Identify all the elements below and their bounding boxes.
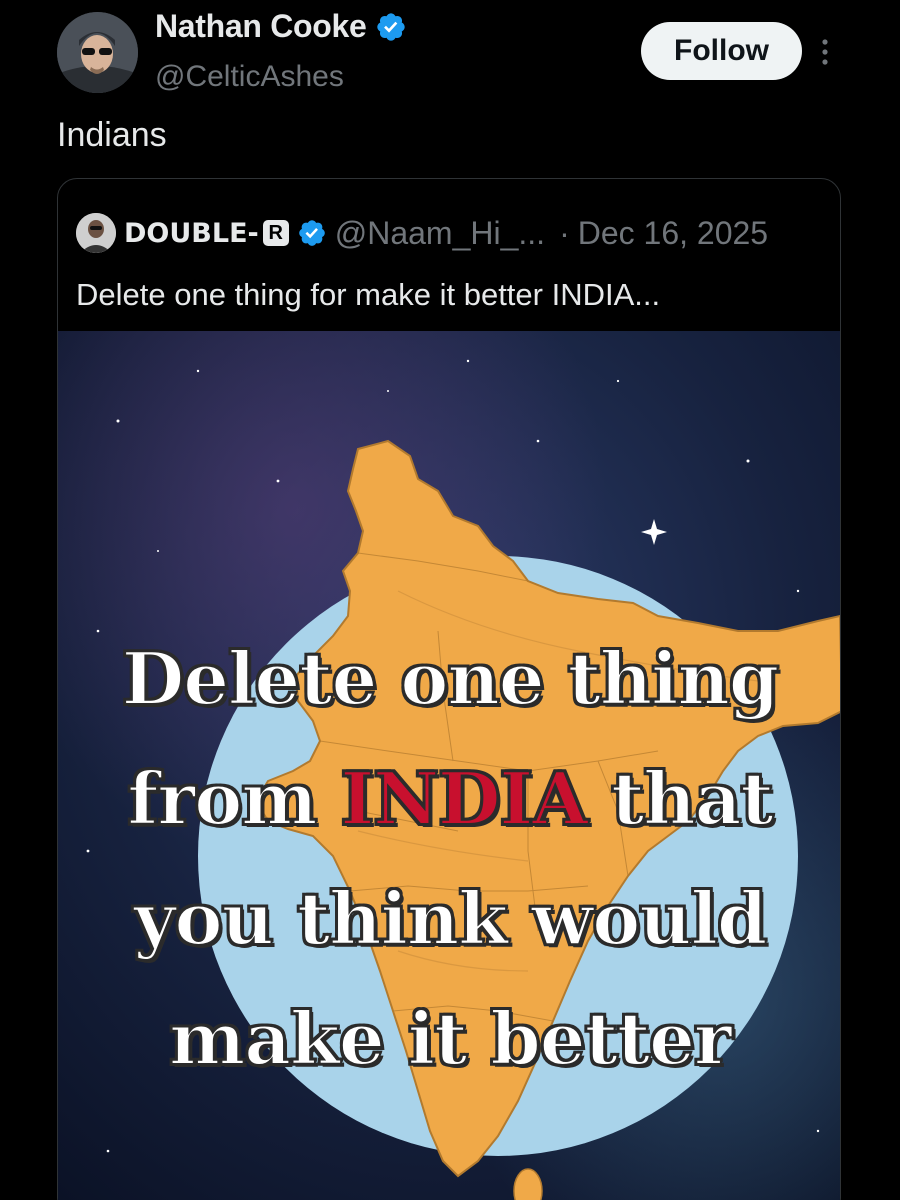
headline-line-2-post: that	[587, 755, 775, 842]
author-name-row: Nathan Cooke	[155, 8, 407, 45]
headline-line-3: you think would	[133, 875, 769, 962]
quoted-tweet-media[interactable]: Delete one thing from INDIA that you thi…	[58, 331, 840, 1200]
author-handle[interactable]: @CelticAshes	[155, 60, 344, 94]
follow-button[interactable]: Follow	[641, 22, 802, 80]
tweet-page: Nathan Cooke @CelticAshes Follow Indians…	[0, 0, 900, 1200]
quoted-tweet-text: Delete one thing for make it better INDI…	[76, 277, 661, 312]
quoted-tweet-card[interactable]: DOUBLE- R @Naam_Hi_... · Dec 16, 2025 De…	[57, 178, 841, 1200]
headline-line-4: make it better	[168, 995, 733, 1082]
headline-accent-india: INDIA	[340, 755, 589, 842]
author-avatar[interactable]	[57, 12, 138, 93]
more-vertical-icon[interactable]	[818, 36, 832, 68]
dot-separator: ·	[559, 214, 570, 251]
quoted-author-name[interactable]: DOUBLE-	[124, 218, 259, 249]
quoted-author-handle[interactable]: @Naam_Hi_...	[335, 215, 545, 252]
headline-line-1: Delete one thing	[121, 635, 780, 722]
quoted-author-avatar[interactable]	[76, 213, 116, 253]
headline-line-2-pre: from	[126, 755, 341, 842]
verified-badge-icon	[376, 12, 405, 41]
quoted-tweet-header: DOUBLE- R @Naam_Hi_... · Dec 16, 2025	[76, 213, 768, 253]
author-display-name[interactable]: Nathan Cooke	[155, 8, 367, 45]
quoted-verified-badge-icon	[298, 220, 325, 246]
quoted-name-badge: R	[262, 220, 289, 246]
quoted-tweet-date[interactable]: Dec 16, 2025	[578, 215, 768, 252]
headline-line-2: from INDIA that	[58, 739, 840, 859]
media-headline: Delete one thing from INDIA that you thi…	[58, 619, 840, 1099]
tweet-text: Indians	[57, 116, 167, 154]
